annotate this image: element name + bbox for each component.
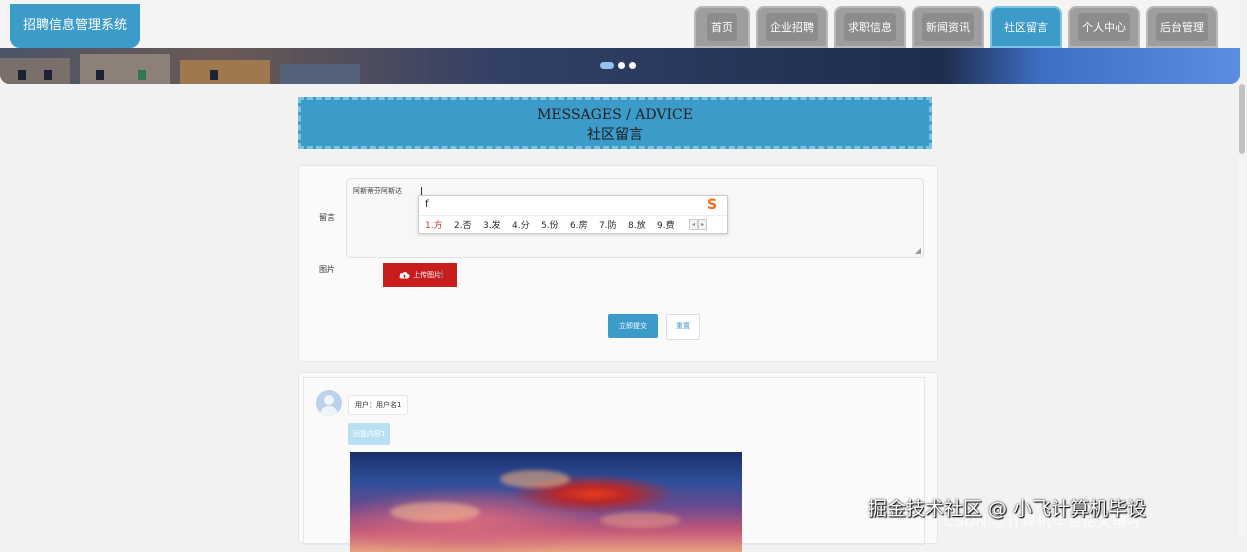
ime-candidate[interactable]: 4.分	[512, 218, 530, 231]
nav-jobs[interactable]: 企业招聘	[756, 6, 828, 48]
cloud-upload-icon	[399, 272, 410, 279]
scrollbar-thumb[interactable]	[1239, 84, 1245, 154]
message-label: 留言	[319, 213, 335, 222]
juejin-watermark: 掘金技术社区 @ 小飞计算机毕设	[868, 498, 1147, 520]
nav-home[interactable]: 首页	[694, 6, 750, 48]
nav-resumes-label: 求职信息	[844, 13, 896, 41]
nav-admin[interactable]: 后台管理	[1146, 6, 1218, 48]
ime-candidate[interactable]: 9.费	[657, 218, 675, 231]
page-scrollbar[interactable]	[1238, 84, 1246, 537]
ime-candidate[interactable]: 2.否	[454, 218, 472, 231]
ime-next-page-icon[interactable]: ▸	[698, 219, 707, 230]
message-item: 用户：用户名1 回复内容1	[303, 377, 925, 552]
nav-admin-label: 后台管理	[1156, 13, 1208, 41]
resize-grip-icon[interactable]: ◢	[915, 246, 921, 255]
message-text: 阿斯蒂芬阿斯达	[353, 187, 402, 195]
mouse-cursor-icon: ☝	[437, 268, 444, 281]
ime-candidate[interactable]: 7.防	[599, 218, 617, 231]
nav-news[interactable]: 新闻资讯	[912, 6, 984, 48]
nav-jobs-label: 企业招聘	[766, 13, 818, 41]
main-nav: 首页 企业招聘 求职信息 新闻资讯 社区留言 个人中心 后台管理	[694, 6, 1218, 48]
image-label: 图片	[319, 265, 335, 274]
nav-profile-label: 个人中心	[1078, 13, 1130, 41]
avatar	[316, 390, 342, 416]
ime-candidate-popup: f S 1.方 2.否 3.发 4.分 5.份 6.房 7.防 8.放 9.费 …	[418, 195, 728, 234]
carousel-dot-3[interactable]	[629, 62, 636, 69]
ime-prev-page-icon[interactable]: ◂	[689, 219, 698, 230]
nav-messages-label: 社区留言	[1000, 13, 1052, 41]
banner-houses	[0, 54, 360, 84]
nav-profile[interactable]: 个人中心	[1068, 6, 1140, 48]
message-image[interactable]	[350, 452, 742, 552]
ime-candidate[interactable]: 1.方	[425, 218, 443, 231]
sogou-logo-icon: S	[707, 197, 718, 213]
carousel-dots	[600, 62, 636, 69]
site-logo[interactable]: 招聘信息管理系统	[10, 4, 140, 48]
submit-button[interactable]: 立即提交	[608, 314, 658, 338]
nav-home-label: 首页	[707, 13, 737, 41]
upload-image-button[interactable]: 上传图片	[383, 263, 457, 287]
page-title-en: MESSAGES / ADVICE	[537, 107, 693, 123]
message-list: 用户：用户名1 回复内容1	[298, 372, 938, 552]
ime-candidate[interactable]: 5.份	[541, 218, 559, 231]
message-reply: 回复内容1	[348, 423, 391, 445]
ime-input-text: f	[425, 199, 429, 210]
nav-messages[interactable]: 社区留言	[990, 6, 1062, 48]
ime-candidates: 1.方 2.否 3.发 4.分 5.份 6.房 7.防 8.放 9.费 ◂ ▸	[419, 215, 727, 233]
page-title-box: MESSAGES / ADVICE 社区留言	[298, 97, 932, 149]
carousel-dot-2[interactable]	[618, 62, 625, 69]
ime-candidate[interactable]: 6.房	[570, 218, 588, 231]
message-user: 用户：用户名1	[348, 395, 409, 415]
carousel-dot-1[interactable]	[600, 62, 614, 69]
header: 招聘信息管理系统 首页 企业招聘 求职信息 新闻资讯 社区留言 个人中心 后台管…	[0, 0, 1240, 84]
reset-button[interactable]: 重置	[666, 314, 700, 340]
ime-candidate[interactable]: 3.发	[483, 218, 501, 231]
page-title-zh: 社区留言	[587, 127, 643, 143]
ime-candidate[interactable]: 8.放	[628, 218, 646, 231]
nav-news-label: 新闻资讯	[922, 13, 974, 41]
nav-resumes[interactable]: 求职信息	[834, 6, 906, 48]
